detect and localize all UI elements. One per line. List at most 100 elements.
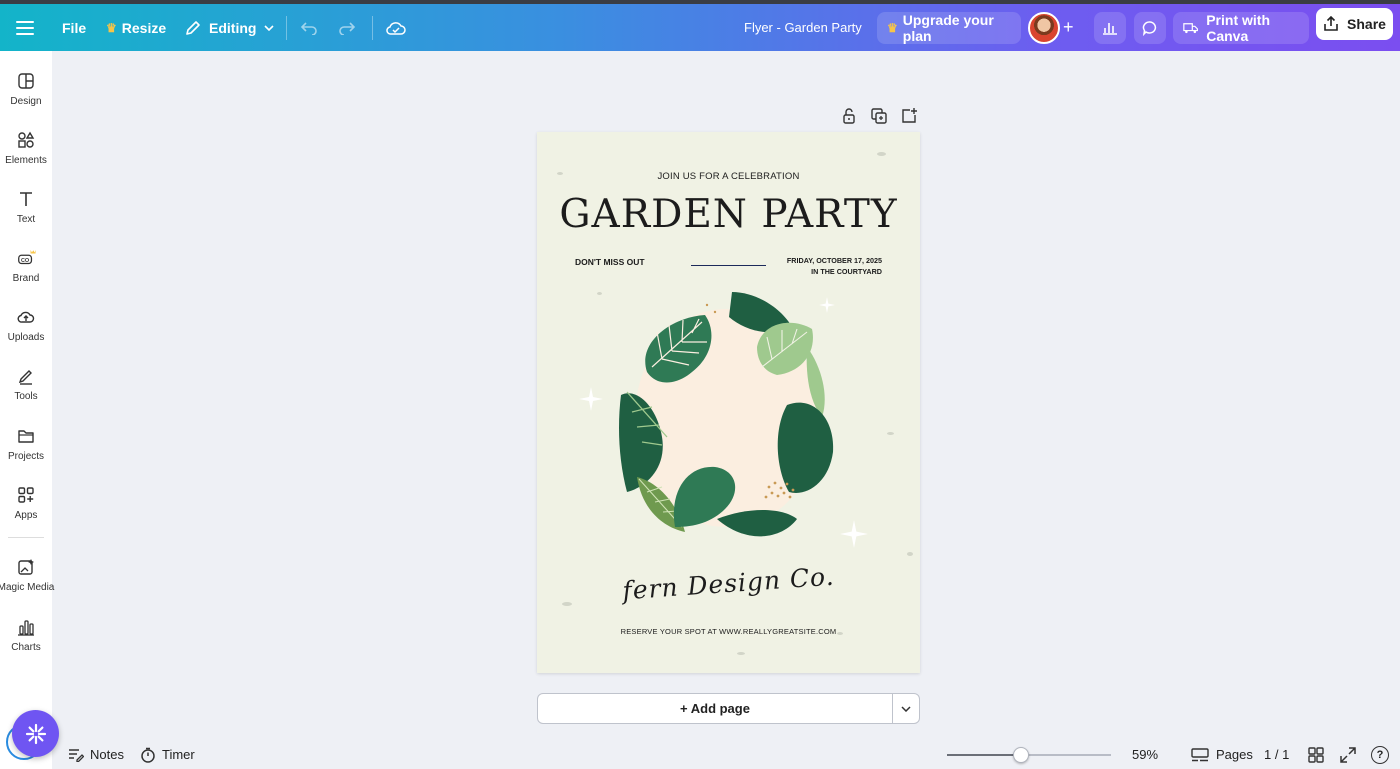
add-page-dropdown-button[interactable]: [892, 694, 919, 723]
redo-button[interactable]: [338, 4, 356, 51]
sparkle-icon[interactable]: [819, 297, 835, 313]
shapes-icon: [16, 130, 36, 150]
toolbar-divider: [372, 16, 373, 40]
help-button[interactable]: ?: [1371, 740, 1389, 769]
svg-text:CO: CO: [21, 258, 29, 264]
duplicate-page-icon[interactable]: [870, 107, 888, 125]
notes-button[interactable]: Notes: [68, 740, 124, 769]
texture-speck: [887, 432, 894, 435]
notes-label: Notes: [90, 747, 124, 762]
texture-speck: [597, 292, 602, 295]
sidebar-item-label: Projects: [7, 451, 45, 462]
sidebar-item-projects[interactable]: Projects: [0, 420, 52, 472]
texture-speck: [737, 652, 745, 655]
upgrade-plan-button[interactable]: ♛ Upgrade your plan: [877, 12, 1021, 44]
add-page-icon[interactable]: [900, 107, 918, 125]
main-menu-button[interactable]: [16, 4, 34, 51]
top-bar: File ♛ Resize Editing Flyer - Garden Par…: [0, 4, 1400, 51]
avatar[interactable]: [1028, 12, 1060, 44]
flyer-kicker[interactable]: JOIN US FOR A CELEBRATION: [537, 171, 920, 182]
add-collaborator-button[interactable]: +: [1063, 4, 1074, 51]
print-label: Print with Canva: [1206, 12, 1270, 44]
design-canvas[interactable]: JOIN US FOR A CELEBRATION GARDEN PARTY D…: [537, 132, 920, 673]
plus-icon: +: [1063, 17, 1074, 37]
redo-icon: [339, 21, 356, 35]
editing-mode-dropdown[interactable]: Editing: [185, 4, 275, 51]
flyer-footer[interactable]: RESERVE YOUR SPOT AT WWW.REALLYGREATSITE…: [537, 627, 920, 636]
layout-icon: [16, 71, 36, 91]
zoom-level[interactable]: 59%: [1132, 740, 1158, 769]
add-page-button[interactable]: + Add page: [538, 694, 892, 723]
share-label: Share: [1347, 16, 1386, 32]
zoom-slider-handle[interactable]: [1013, 747, 1029, 763]
pages-label: Pages: [1216, 747, 1253, 762]
texture-speck: [877, 152, 886, 156]
notes-icon: [69, 748, 84, 762]
flyer-divider-line[interactable]: [691, 265, 766, 266]
sidebar-item-elements[interactable]: Elements: [0, 124, 52, 176]
unlock-icon[interactable]: [840, 107, 858, 125]
cloud-upload-icon: [16, 307, 36, 327]
flyer-left-note[interactable]: DON'T MISS OUT: [575, 257, 645, 267]
flyer-location[interactable]: IN THE COURTYARD: [737, 267, 882, 276]
folder-icon: [16, 426, 36, 446]
left-sidebar: Design Elements Text CO Brand Uploads To…: [0, 51, 54, 769]
print-with-canva-button[interactable]: Print with Canva: [1173, 12, 1309, 44]
chevron-down-icon: [264, 24, 275, 31]
flyer-date[interactable]: FRIDAY, OCTOBER 17, 2025: [737, 256, 882, 265]
hamburger-icon: [16, 20, 34, 35]
grid-view-button[interactable]: [1308, 740, 1324, 769]
sidebar-item-tools[interactable]: Tools: [0, 360, 52, 412]
zoom-slider[interactable]: [947, 747, 1111, 763]
crown-icon: ♛: [887, 21, 898, 35]
sidebar-item-apps[interactable]: Apps: [0, 479, 52, 531]
text-icon: [16, 189, 36, 209]
file-menu-button[interactable]: File: [62, 4, 86, 51]
zoom-slider-fill: [947, 754, 1021, 756]
crown-icon: ♛: [106, 20, 117, 35]
comments-button[interactable]: [1134, 12, 1166, 44]
sidebar-item-text[interactable]: Text: [0, 183, 52, 235]
undo-icon: [300, 21, 317, 35]
sidebar-item-label: Design: [10, 96, 42, 107]
page-toolbar: [840, 107, 918, 125]
leaf-wreath-illustration[interactable]: [607, 287, 847, 552]
page-counter: 1 / 1: [1264, 747, 1290, 762]
sidebar-item-design[interactable]: Design: [0, 65, 52, 117]
sparkle-icon[interactable]: [840, 520, 868, 548]
flyer-title[interactable]: GARDEN PARTY: [537, 192, 920, 237]
sidebar-item-label: Tools: [14, 391, 38, 402]
save-status-button[interactable]: [386, 4, 406, 51]
insights-button[interactable]: [1094, 12, 1126, 44]
sidebar-item-brand[interactable]: CO Brand: [0, 242, 52, 294]
resize-button[interactable]: ♛ Resize: [106, 4, 166, 51]
sparkle-icon[interactable]: [579, 387, 603, 411]
bottom-bar: Notes Timer 59% Pages 1 / 1 ?: [0, 740, 1400, 769]
bar-chart-icon: [1103, 23, 1117, 35]
sidebar-item-uploads[interactable]: Uploads: [0, 301, 52, 353]
sidebar-item-label: Charts: [11, 642, 41, 653]
sidebar-item-magic-media[interactable]: Magic Media: [0, 551, 54, 603]
pages-button[interactable]: Pages: [1191, 740, 1253, 769]
document-title[interactable]: Flyer - Garden Party: [744, 4, 862, 51]
flyer-signature[interactable]: fern Design Co.: [537, 556, 920, 612]
toolbar-divider: [286, 16, 287, 40]
share-button[interactable]: Share: [1316, 8, 1393, 40]
truck-icon: [1183, 23, 1198, 34]
fullscreen-button[interactable]: [1340, 740, 1356, 769]
grid-view-icon: [1308, 746, 1324, 763]
pages-icon: [1191, 747, 1209, 761]
pen-icon: [16, 366, 36, 386]
brand-icon: CO: [16, 248, 36, 268]
pencil-icon: [186, 20, 200, 35]
sidebar-item-charts[interactable]: Charts: [0, 611, 52, 663]
timer-button[interactable]: Timer: [140, 740, 195, 769]
undo-button[interactable]: [300, 4, 318, 51]
add-page-bar: + Add page: [537, 693, 920, 724]
dark-leaf: [777, 402, 834, 493]
editing-label: Editing: [209, 19, 257, 36]
comment-icon: [1142, 21, 1157, 36]
sidebar-item-label: Uploads: [7, 332, 45, 343]
apps-icon: [16, 485, 36, 505]
resize-label: Resize: [121, 19, 167, 36]
